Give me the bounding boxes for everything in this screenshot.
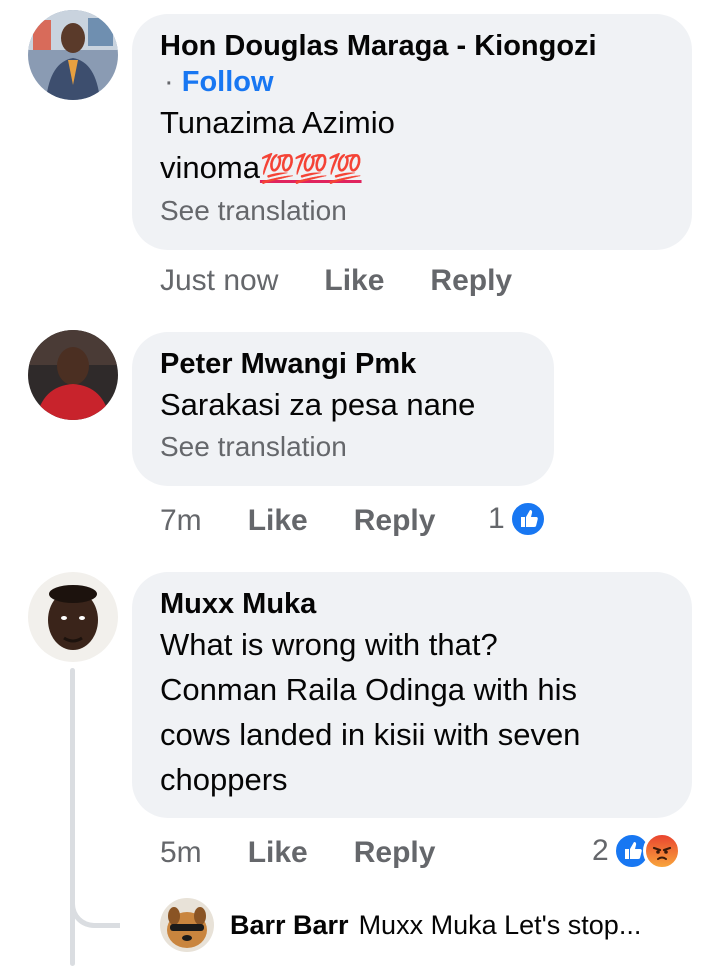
angry-icon <box>642 832 681 870</box>
avatar[interactable] <box>160 898 214 952</box>
avatar[interactable] <box>28 10 118 100</box>
comment-time[interactable]: 5m <box>160 836 202 870</box>
follow-button[interactable]: Follow <box>182 66 274 98</box>
comment-text-line-3: cows landed in kisii with seven <box>160 717 581 752</box>
reply-button[interactable]: Reply <box>430 264 512 298</box>
comment-author[interactable]: Peter Mwangi Pmk <box>160 346 526 382</box>
comment-text-word: vinoma <box>160 150 260 185</box>
like-button[interactable]: Like <box>248 836 308 870</box>
comment-bubble: Peter Mwangi Pmk Sarakasi za pesa nane S… <box>132 332 554 486</box>
hundred-points-emoji: 💯💯💯 <box>259 153 363 184</box>
comment-bubble: Muxx Muka What is wrong with that? Conma… <box>132 572 692 818</box>
comment-actions: Just now Like Reply <box>160 264 512 298</box>
reaction-count: 1 <box>488 502 505 535</box>
avatar[interactable] <box>28 572 118 662</box>
comment-bubble: Hon Douglas Maraga - Kiongozi · Follow T… <box>132 14 692 250</box>
comment-author[interactable]: Hon Douglas Maraga - Kiongozi <box>160 28 664 64</box>
comment-text-line-1: What is wrong with that? <box>160 627 498 662</box>
reaction-count: 2 <box>592 834 609 867</box>
see-translation-link[interactable]: See translation <box>160 429 526 465</box>
comment-text-line-1: Tunazima Azimio <box>160 105 395 140</box>
comment-text-line-4: choppers <box>160 762 288 797</box>
reaction-summary[interactable]: 2 <box>592 832 681 870</box>
comment-author[interactable]: Muxx Muka <box>160 586 664 622</box>
reply-preview[interactable]: Barr Barr Muxx Muka Let's stop... <box>160 898 641 952</box>
comment-actions: 7m Like Reply <box>160 504 435 538</box>
comment-time[interactable]: Just now <box>160 264 278 298</box>
like-button[interactable]: Like <box>248 504 308 538</box>
comment-time[interactable]: 7m <box>160 504 202 538</box>
reply-author[interactable]: Barr Barr <box>230 910 349 941</box>
avatar[interactable] <box>28 330 118 420</box>
reply-text: Muxx Muka Let's stop... <box>358 909 642 940</box>
reply-button[interactable]: Reply <box>354 836 436 870</box>
like-button[interactable]: Like <box>324 264 384 298</box>
follow-separator: · <box>164 66 174 98</box>
thread-connector-line <box>70 668 75 966</box>
comment-text: Sarakasi za pesa nane <box>160 387 476 422</box>
comment-actions: 5m Like Reply <box>160 836 435 870</box>
reply-button[interactable]: Reply <box>354 504 436 538</box>
comment-text-line-2: Conman Raila Odinga with his <box>160 672 577 707</box>
thread-connector-curve <box>70 880 120 928</box>
like-icon <box>508 500 547 538</box>
follow-row: · Follow <box>164 64 664 100</box>
comment-text-line-2: vinoma💯💯💯 <box>160 145 664 191</box>
see-translation-link[interactable]: See translation <box>160 193 664 229</box>
reaction-summary[interactable]: 1 <box>488 500 547 538</box>
